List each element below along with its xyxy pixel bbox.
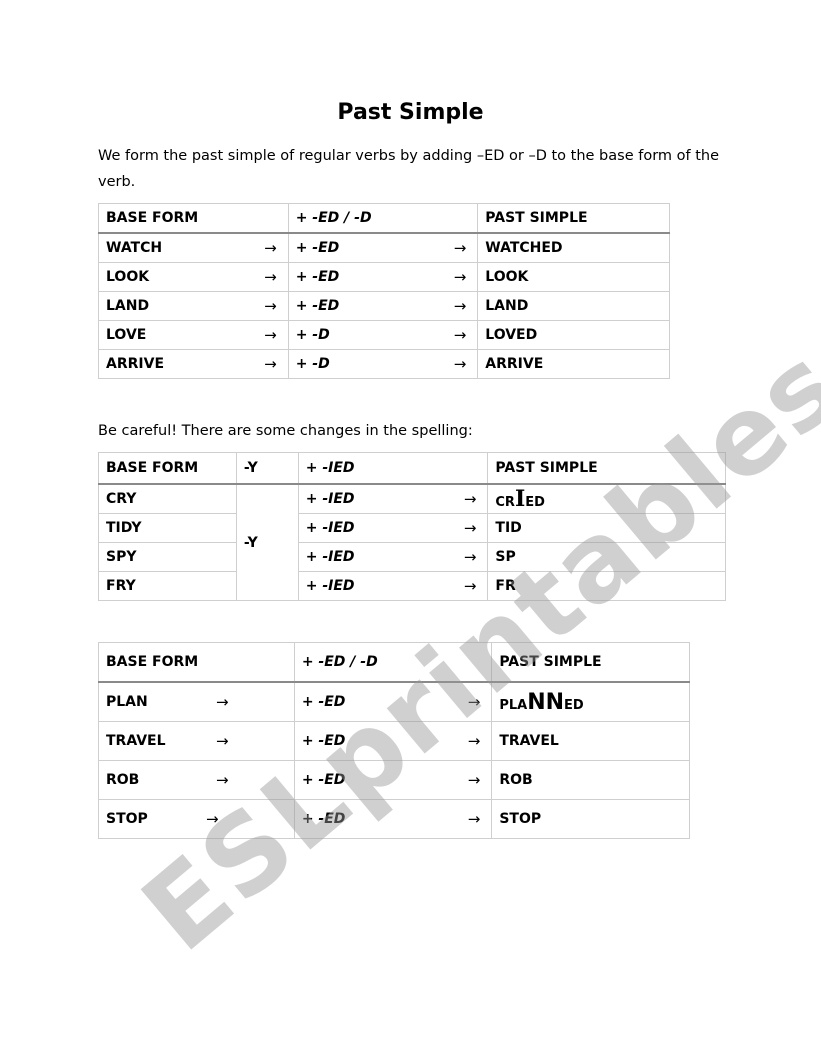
suffix: + -ED bbox=[295, 298, 340, 314]
base-form: TIDY bbox=[98, 513, 237, 543]
suffix: + -D bbox=[295, 327, 330, 343]
spelling-note: Be careful! There are some changes in th… bbox=[98, 423, 473, 439]
past-simple: PLANNED bbox=[491, 681, 690, 722]
table-row: LAND → + -ED → LAND bbox=[98, 291, 670, 321]
page-title: Past Simple bbox=[337, 100, 484, 125]
y-to-ied-table: BASE FORM -Y + -IED PAST SIMPLE CRY -Y +… bbox=[98, 452, 726, 601]
past-simple: SP bbox=[487, 542, 726, 572]
header-suffix-text: + -IED bbox=[305, 460, 355, 476]
header-past-simple: PAST SIMPLE bbox=[487, 452, 726, 485]
past-simple: ARRIVE bbox=[477, 349, 670, 379]
arrow-right-icon: → bbox=[216, 771, 229, 789]
base-form: PLAN bbox=[106, 694, 148, 710]
header-base-form: BASE FORM bbox=[98, 452, 237, 485]
suffix: + -IED bbox=[305, 578, 355, 594]
arrow-right-icon: → bbox=[467, 693, 481, 711]
table-header-row: BASE FORM + -ED / -D PAST SIMPLE bbox=[98, 642, 690, 683]
arrow-right-icon: → bbox=[463, 548, 477, 566]
base-form: STOP bbox=[106, 811, 148, 827]
arrow-right-icon: → bbox=[206, 810, 219, 828]
suffix: + -ED bbox=[301, 811, 346, 827]
intro-paragraph: We form the past simple of regular verbs… bbox=[98, 148, 720, 190]
table-row: WATCH → + -ED → WATCHED bbox=[98, 232, 670, 263]
arrow-right-icon: → bbox=[264, 297, 277, 315]
arrow-right-icon: → bbox=[453, 297, 467, 315]
arrow-right-icon: → bbox=[264, 326, 277, 344]
past-simple: CRIED bbox=[487, 483, 726, 514]
arrow-right-icon: → bbox=[264, 355, 277, 373]
table-row: TRAVEL → + -ED → TRAVEL bbox=[98, 721, 690, 761]
arrow-right-icon: → bbox=[453, 268, 467, 286]
table-row: TIDY + -IED → TID bbox=[98, 513, 726, 543]
base-form: LOOK bbox=[106, 269, 150, 285]
base-form: SPY bbox=[98, 542, 237, 572]
past-simple: LOOK bbox=[477, 262, 670, 292]
header-y: -Y bbox=[235, 452, 299, 485]
merged-y-cell: -Y bbox=[235, 483, 299, 601]
suffix: + -IED bbox=[305, 549, 355, 565]
arrow-right-icon: → bbox=[463, 519, 477, 537]
base-form: CRY bbox=[98, 483, 237, 514]
suffix: + -IED bbox=[305, 520, 355, 536]
suffix: + -D bbox=[295, 356, 330, 372]
arrow-right-icon: → bbox=[467, 732, 481, 750]
header-suffix: + -IED bbox=[297, 452, 489, 485]
table-row: LOOK → + -ED → LOOK bbox=[98, 262, 670, 292]
table-row: FRY + -IED → FR bbox=[98, 571, 726, 601]
double-consonant-table: BASE FORM + -ED / -D PAST SIMPLE PLAN → +… bbox=[98, 642, 690, 839]
regular-verbs-table: BASE FORM + -ED / -D PAST SIMPLE WATCH → … bbox=[98, 203, 670, 379]
arrow-right-icon: → bbox=[467, 771, 481, 789]
header-past-simple: PAST SIMPLE bbox=[491, 642, 690, 683]
arrow-right-icon: → bbox=[264, 268, 277, 286]
table-row: SPY + -IED → SP bbox=[98, 542, 726, 572]
header-base-form: BASE FORM bbox=[98, 203, 289, 234]
table-row: STOP → + -ED → STOP bbox=[98, 799, 690, 839]
arrow-right-icon: → bbox=[463, 577, 477, 595]
arrow-right-icon: → bbox=[453, 239, 467, 257]
header-suffix-text: + -ED / -D bbox=[301, 654, 378, 670]
base-form: LOVE bbox=[106, 327, 147, 343]
past-simple: FR bbox=[487, 571, 726, 601]
base-form: WATCH bbox=[106, 240, 163, 256]
base-form: TRAVEL bbox=[106, 733, 166, 749]
header-suffix: + -ED / -D bbox=[287, 203, 479, 234]
header-suffix-text: + -ED / -D bbox=[295, 210, 372, 226]
header-past-simple: PAST SIMPLE bbox=[477, 203, 670, 234]
table-row: ROB → + -ED → ROB bbox=[98, 760, 690, 800]
arrow-right-icon: → bbox=[264, 239, 277, 257]
arrow-right-icon: → bbox=[453, 355, 467, 373]
past-simple: TRAVEL bbox=[491, 721, 690, 761]
table-header-row: BASE FORM -Y + -IED PAST SIMPLE bbox=[98, 452, 726, 485]
suffix: + -ED bbox=[295, 240, 340, 256]
past-simple: WATCHED bbox=[477, 232, 670, 263]
past-simple: STOP bbox=[491, 799, 690, 839]
arrow-right-icon: → bbox=[467, 810, 481, 828]
arrow-right-icon: → bbox=[216, 732, 229, 750]
suffix: + -ED bbox=[301, 733, 346, 749]
suffix: + -ED bbox=[301, 772, 346, 788]
past-simple: TID bbox=[487, 513, 726, 543]
base-form: ROB bbox=[106, 772, 140, 788]
arrow-right-icon: → bbox=[463, 490, 477, 508]
suffix: + -ED bbox=[295, 269, 340, 285]
table-header-row: BASE FORM + -ED / -D PAST SIMPLE bbox=[98, 203, 670, 234]
base-form: LAND bbox=[106, 298, 150, 314]
table-row: LOVE → + -D → LOVED bbox=[98, 320, 670, 350]
table-row: PLAN → + -ED → PLANNED bbox=[98, 681, 690, 722]
base-form: FRY bbox=[98, 571, 237, 601]
table-row: ARRIVE → + -D → ARRIVE bbox=[98, 349, 670, 379]
arrow-right-icon: → bbox=[453, 326, 467, 344]
past-simple: LAND bbox=[477, 291, 670, 321]
past-simple: LOVED bbox=[477, 320, 670, 350]
table-row: CRY -Y + -IED → CRIED bbox=[98, 483, 726, 601]
header-suffix: + -ED / -D bbox=[293, 642, 493, 683]
suffix: + -IED bbox=[305, 491, 355, 507]
arrow-right-icon: → bbox=[216, 693, 229, 711]
header-base-form: BASE FORM bbox=[98, 642, 295, 683]
suffix: + -ED bbox=[301, 694, 346, 710]
past-simple: ROB bbox=[491, 760, 690, 800]
base-form: ARRIVE bbox=[106, 356, 165, 372]
